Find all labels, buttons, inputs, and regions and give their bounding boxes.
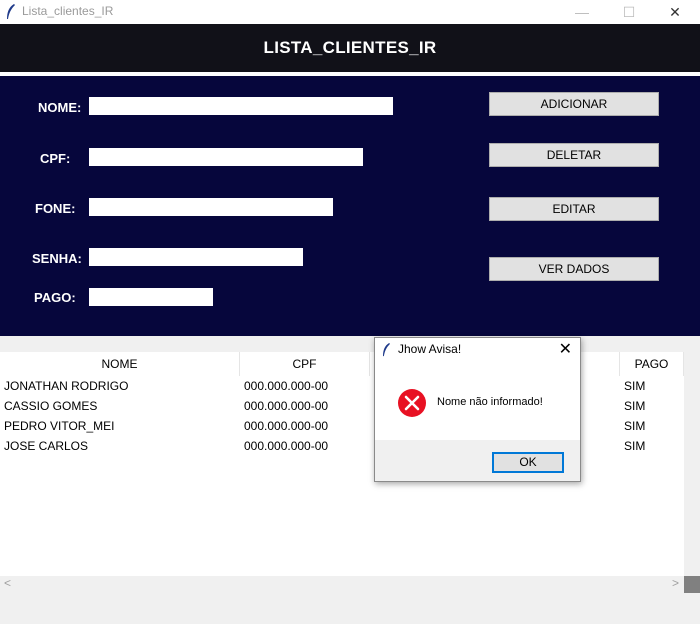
nome-label: NOME: [38, 100, 82, 115]
close-window-button[interactable]: ✕ [652, 0, 698, 24]
pago-field[interactable] [89, 288, 213, 306]
cell-pago: SIM [624, 439, 646, 453]
senha-label: SENHA: [32, 251, 82, 266]
feather-icon [7, 4, 15, 19]
maximize-button[interactable]: ☐ [606, 0, 652, 24]
form-panel: NOME: CPF: FONE: SENHA: PAGO: ADICIONAR … [0, 76, 700, 336]
pago-label: PAGO: [34, 290, 76, 305]
error-icon [398, 389, 426, 417]
window-titlebar: Lista_clientes_IR — ☐ ✕ [0, 0, 700, 24]
table-row[interactable]: CASSIO GOMES 000.000.000-00 SIM [0, 396, 684, 416]
adicionar-button[interactable]: ADICIONAR [489, 92, 659, 116]
cell-pago: SIM [624, 399, 646, 413]
cell-cpf: 000.000.000-00 [244, 419, 329, 433]
dialog-footer: OK [375, 440, 580, 481]
minimize-button[interactable]: — [559, 0, 605, 24]
dialog-title: Jhow Avisa! [398, 342, 462, 356]
ok-button[interactable]: OK [492, 452, 564, 473]
feather-icon [383, 343, 390, 357]
vertical-scrollbar[interactable] [684, 352, 700, 576]
column-header-nome[interactable]: NOME [0, 352, 240, 376]
dialog-close-button[interactable]: ✕ [559, 339, 572, 359]
table-row[interactable]: JOSE CARLOS 000.000.000-00 SIM [0, 436, 684, 456]
scroll-left-arrow[interactable]: < [4, 576, 11, 590]
cpf-label: CPF: [40, 151, 71, 166]
column-header-pago[interactable]: PAGO [620, 352, 684, 376]
nome-field[interactable] [89, 97, 393, 115]
cell-nome: JONATHAN RODRIGO [4, 379, 129, 393]
cell-cpf: 000.000.000-00 [244, 379, 329, 393]
page-title: LISTA_CLIENTES_IR [263, 38, 437, 57]
cell-pago: SIM [624, 419, 646, 433]
fone-label: FONE: [35, 201, 76, 216]
deletar-button[interactable]: DELETAR [489, 143, 659, 167]
cell-cpf: 000.000.000-00 [244, 439, 329, 453]
horizontal-scrollbar[interactable]: < > [0, 576, 684, 593]
app-header: LISTA_CLIENTES_IR [0, 24, 700, 72]
table-row[interactable]: JONATHAN RODRIGO 000.000.000-00 SIM [0, 376, 684, 396]
scroll-right-arrow[interactable]: > [672, 576, 679, 590]
cpf-field[interactable] [89, 148, 363, 166]
table-row[interactable]: PEDRO VITOR_MEI 000.000.000-00 SIM [0, 416, 684, 436]
warning-dialog: Jhow Avisa! ✕ Nome não informado! OK [374, 337, 581, 482]
senha-field[interactable] [89, 248, 303, 266]
clients-table[interactable]: NOME CPF PAGO JONATHAN RODRIGO 000.000.0… [0, 352, 684, 576]
scrollbar-thumb[interactable] [684, 576, 700, 593]
window-title: Lista_clientes_IR [22, 4, 114, 18]
cell-nome: PEDRO VITOR_MEI [4, 419, 115, 433]
dialog-message: Nome não informado! [437, 396, 543, 408]
fone-field[interactable] [89, 198, 333, 216]
cell-nome: CASSIO GOMES [4, 399, 98, 413]
cell-pago: SIM [624, 379, 646, 393]
ver-dados-button[interactable]: VER DADOS [489, 257, 659, 281]
cell-cpf: 000.000.000-00 [244, 399, 329, 413]
editar-button[interactable]: EDITAR [489, 197, 659, 221]
cell-nome: JOSE CARLOS [4, 439, 89, 453]
column-header-cpf[interactable]: CPF [240, 352, 370, 376]
